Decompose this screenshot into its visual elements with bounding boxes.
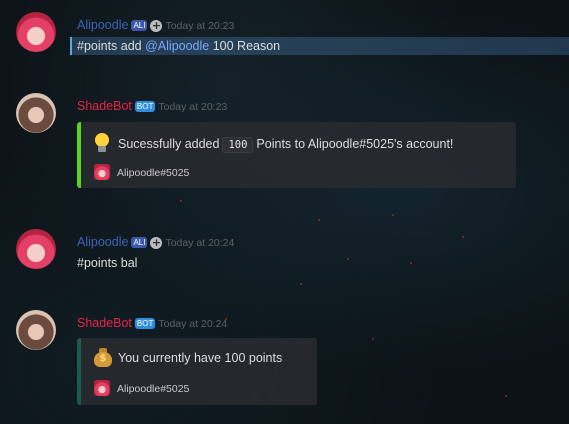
embed: Sucessfully added 100 Points to Alipoodle#…: [77, 122, 516, 188]
message-text: 100 Reason: [209, 39, 281, 53]
username[interactable]: Alipoodle: [77, 235, 128, 249]
bot-tag: BOT: [134, 101, 156, 112]
avatar[interactable]: [16, 93, 56, 133]
background-ember: [392, 214, 394, 216]
username[interactable]: ShadeBot: [77, 316, 132, 330]
embed-description: $ You currently have 100 points: [94, 347, 282, 367]
embed-text: Points to Alipoodle#5025's account!: [256, 137, 454, 151]
message-content: #points add @Alipoodle 100 Reason: [77, 39, 280, 53]
background-ember: [300, 283, 302, 285]
lightbulb-icon: [94, 133, 110, 153]
message-text: #points add: [77, 39, 146, 53]
embed-text: You currently have 100 points: [118, 351, 283, 365]
embed-footer: Alipoodle#5025: [94, 380, 189, 396]
message-header: ShadeBot BOT Today at 20:23: [77, 95, 228, 113]
footer-text: Alipoodle#5025: [117, 167, 190, 179]
embed-footer: Alipoodle#5025: [94, 164, 189, 180]
message-header: Alipoodle ALI + Today at 20:23: [77, 14, 235, 32]
bot-tag: BOT: [134, 318, 156, 329]
role-tag: ALI: [131, 237, 148, 248]
message-text: #points bal: [77, 256, 138, 270]
username[interactable]: ShadeBot: [77, 99, 132, 113]
timestamp: Today at 20:24: [165, 237, 235, 249]
embed-text: Sucessfully added: [118, 137, 220, 151]
message: ShadeBot BOT Today at 20:24 $ You currently…: [0, 310, 569, 410]
money-bag-icon: $: [94, 347, 112, 367]
timestamp: Today at 20:23: [158, 101, 228, 113]
timestamp: Today at 20:23: [165, 20, 235, 32]
avatar[interactable]: [16, 229, 56, 269]
background-ember: [318, 219, 320, 221]
avatar[interactable]: [16, 12, 56, 52]
footer-avatar: [94, 380, 110, 396]
embed-description: Sucessfully added 100 Points to Alipoodle#…: [94, 133, 453, 153]
message-header: ShadeBot BOT Today at 20:24: [77, 312, 228, 330]
user-mention[interactable]: @Alipoodle: [145, 39, 209, 53]
background-ember: [180, 200, 182, 202]
footer-text: Alipoodle#5025: [117, 383, 190, 395]
inline-code: 100: [222, 137, 254, 153]
add-icon[interactable]: +: [150, 20, 163, 32]
message-header: Alipoodle ALI + Today at 20:24: [77, 231, 235, 249]
embed: $ You currently have 100 points Alipoodle…: [77, 338, 317, 405]
message-content: #points bal: [77, 256, 137, 270]
timestamp: Today at 20:24: [158, 318, 228, 330]
message: Alipoodle ALI + Today at 20:24 #points bal: [0, 229, 569, 274]
message: ShadeBot BOT Today at 20:23 Sucessfully ad…: [0, 93, 569, 193]
username[interactable]: Alipoodle: [77, 18, 128, 32]
message: Alipoodle ALI + Today at 20:23 #points add …: [0, 12, 569, 57]
avatar[interactable]: [16, 310, 56, 350]
add-icon[interactable]: +: [150, 237, 163, 249]
role-tag: ALI: [131, 20, 148, 31]
footer-avatar: [94, 164, 110, 180]
